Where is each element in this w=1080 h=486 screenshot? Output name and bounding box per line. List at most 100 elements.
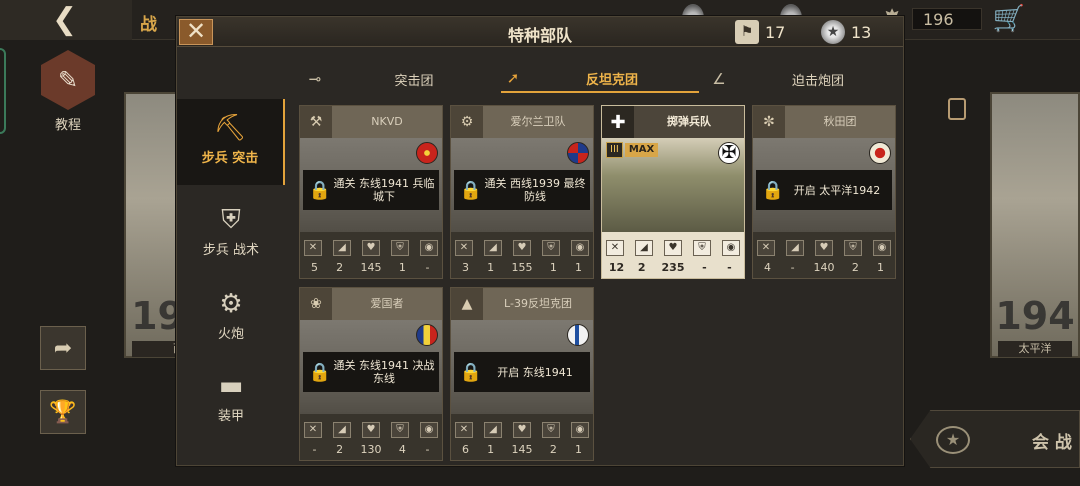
stat-attack: 6 [462, 443, 470, 456]
vision-icon: ◉ [420, 422, 438, 438]
helmet-shield-icon: ⛨ [221, 205, 241, 235]
tank-icon: ▬ [218, 371, 244, 401]
vision-icon: ◉ [420, 240, 438, 256]
nav-armor[interactable]: ▬ 装甲 [177, 357, 285, 443]
stat-values: - 2 130 4 - [302, 443, 440, 456]
stat-attack: 3 [462, 261, 470, 274]
health-icon: ♥ [513, 422, 531, 438]
stat-values: 6 1 145 2 1 [453, 443, 591, 456]
stat-defense: 1 [549, 261, 557, 274]
stat-values: 12 2 235 - - [604, 261, 742, 274]
star-emblem-icon: ★ [936, 426, 970, 454]
back-button[interactable]: ❮ [0, 0, 132, 40]
helmet-rifle-icon: ⛏ [213, 113, 247, 143]
share-icon: ➦ [53, 335, 73, 361]
boot-icon: ◢ [333, 240, 351, 256]
rank-badge: III MAX [606, 142, 659, 158]
unit-name: NKVD [371, 115, 403, 128]
lock-overlay: 🔒 通关 东线1941 决战东线 [303, 352, 439, 392]
ussr-flag-icon [416, 142, 438, 164]
stat-health: 140 [813, 261, 835, 274]
dialog-header: ✕ 特种部队 ⚑ 17 ★ 13 [177, 17, 903, 47]
tutorial-label: 教程 [54, 118, 81, 133]
lock-icon: 🔒 [761, 179, 785, 201]
shop-cart-icon[interactable]: 🛒 [992, 4, 1026, 34]
stat-move: 2 [336, 261, 344, 274]
unlock-requirement: 通关 西线1939 最终防线 [484, 177, 586, 203]
stat-health: 145 [511, 443, 533, 456]
lock-icon [948, 98, 966, 120]
stat-icons: ✕ ◢ ♥ ⛨ ◉ [606, 240, 740, 256]
nav-label: 装甲 [217, 409, 244, 424]
vision-icon: ◉ [571, 422, 589, 438]
tab-label: 反坦克团 [585, 72, 638, 88]
card-header: ▲ L-39反坦克团 [451, 288, 593, 320]
boot-icon: ◢ [484, 240, 502, 256]
side-tab[interactable] [0, 48, 6, 134]
chevron-left-icon: ❮ [52, 2, 78, 37]
campaign-card[interactable]: 194 太平洋 [990, 92, 1080, 358]
unit-card-grenadiers[interactable]: ✚ 掷弹兵队 III MAX ✠ ✕ ◢ ♥ ⛨ ◉ 12 2 235 - - [601, 105, 745, 279]
stat-attack: 5 [311, 261, 319, 274]
german-cross-flag-icon: ✠ [718, 142, 740, 164]
unlock-requirement: 通关 东线1941 决战东线 [333, 359, 435, 385]
tab-mortar-regiment[interactable]: ∠ 迫击炮团 [707, 65, 905, 93]
soviet-unit-icon: ⚒ [300, 106, 332, 138]
stat-vision: - [727, 261, 732, 274]
attack-icon: ✕ [304, 240, 322, 256]
defense-icon: ⛨ [391, 422, 409, 438]
unit-card-akita-regiment[interactable]: ✼ 秋田团 🔒 开启 太平洋1942 ✕ ◢ ♥ ⛨ ◉ 4 - 140 2 1 [752, 105, 896, 279]
tutorial-icon: ✎ [41, 50, 95, 110]
nav-infantry-tactics[interactable]: ⛨ 步兵 战术 [177, 191, 285, 277]
nav-infantry-assault[interactable]: ⛏ 步兵 突击 [177, 99, 285, 185]
health-icon: ♥ [362, 240, 380, 256]
stat-move: - [790, 261, 795, 274]
health-icon: ♥ [513, 240, 531, 256]
stat-icons: ✕ ◢ ♥ ⛨ ◉ [757, 240, 891, 256]
unit-card-patriots[interactable]: ❀ 爱国者 🔒 通关 东线1941 决战东线 ✕ ◢ ♥ ⛨ ◉ - 2 130 4 - [299, 287, 443, 461]
special-forces-dialog: ✕ 特种部队 ⚑ 17 ★ 13 ⊸ 突击团 ➚ 反坦克团 ∠ 迫击炮团 ⛏ 步… [176, 16, 904, 466]
stat-move: 1 [487, 443, 495, 456]
defense-icon: ⛨ [844, 240, 862, 256]
boot-icon: ◢ [786, 240, 804, 256]
stat-vision: 1 [876, 261, 884, 274]
stat-health: 145 [360, 261, 382, 274]
vision-icon: ◉ [571, 240, 589, 256]
attack-icon: ✕ [606, 240, 624, 256]
stat-move: 1 [487, 261, 495, 274]
nav-label: 步兵 战术 [202, 243, 260, 258]
health-icon: ♥ [815, 240, 833, 256]
tab-antitank-regiment[interactable]: ➚ 反坦克团 [501, 65, 699, 93]
tab-assault-regiment[interactable]: ⊸ 突击团 [303, 65, 501, 93]
stat-defense: 4 [398, 443, 406, 456]
medal-currency: ★ 13 [821, 19, 871, 45]
helmet-badge-icon: ⚑ [735, 20, 759, 44]
unit-card-l39-antitank[interactable]: ▲ L-39反坦克团 🔒 开启 东线1941 ✕ ◢ ♥ ⛨ ◉ 6 1 145 2 1 [450, 287, 594, 461]
battle-label: 会 战 [1032, 433, 1072, 453]
unit-card-nkvd[interactable]: ⚒ NKVD 🔒 通关 东线1941 兵临城下 ✕ ◢ ♥ ⛨ ◉ 5 2 145 1 - [299, 105, 443, 279]
stat-defense: 2 [549, 443, 557, 456]
lock-overlay: 🔒 通关 东线1941 兵临城下 [303, 170, 439, 210]
unit-card-irish-guards[interactable]: ⚙ 爱尔兰卫队 🔒 通关 西线1939 最终防线 ✕ ◢ ♥ ⛨ ◉ 3 1 155 1 1 [450, 105, 594, 279]
lock-overlay: 🔒 开启 太平洋1942 [756, 170, 892, 210]
trophy-button[interactable]: 🏆 [40, 390, 86, 434]
unit-name: 秋田团 [823, 115, 857, 128]
defense-icon: ⛨ [391, 240, 409, 256]
boot-icon: ◢ [635, 240, 653, 256]
stat-attack: 4 [764, 261, 772, 274]
shield-gear-icon: ⚙ [451, 106, 483, 138]
nav-artillery[interactable]: ⚙ 火炮 [177, 275, 285, 361]
health-icon: ♥ [362, 422, 380, 438]
unlock-requirement: 开启 东线1941 [497, 365, 573, 379]
stat-values: 3 1 155 1 1 [453, 261, 591, 274]
stat-defense: 1 [398, 261, 406, 274]
lock-overlay: 🔒 通关 西线1939 最终防线 [454, 170, 590, 210]
category-nav: ⛏ 步兵 突击 ⛨ 步兵 战术 ⚙ 火炮 ▬ 装甲 [177, 99, 285, 467]
stat-icons: ✕ ◢ ♥ ⛨ ◉ [304, 240, 438, 256]
share-button[interactable]: ➦ [40, 326, 86, 370]
helmet-currency: ⚑ 17 [735, 19, 785, 45]
tutorial-button[interactable]: ✎ 教程 [38, 50, 98, 138]
health-icon: ♥ [664, 240, 682, 256]
boot-icon: ◢ [333, 422, 351, 438]
stat-icons: ✕ ◢ ♥ ⛨ ◉ [455, 240, 589, 256]
